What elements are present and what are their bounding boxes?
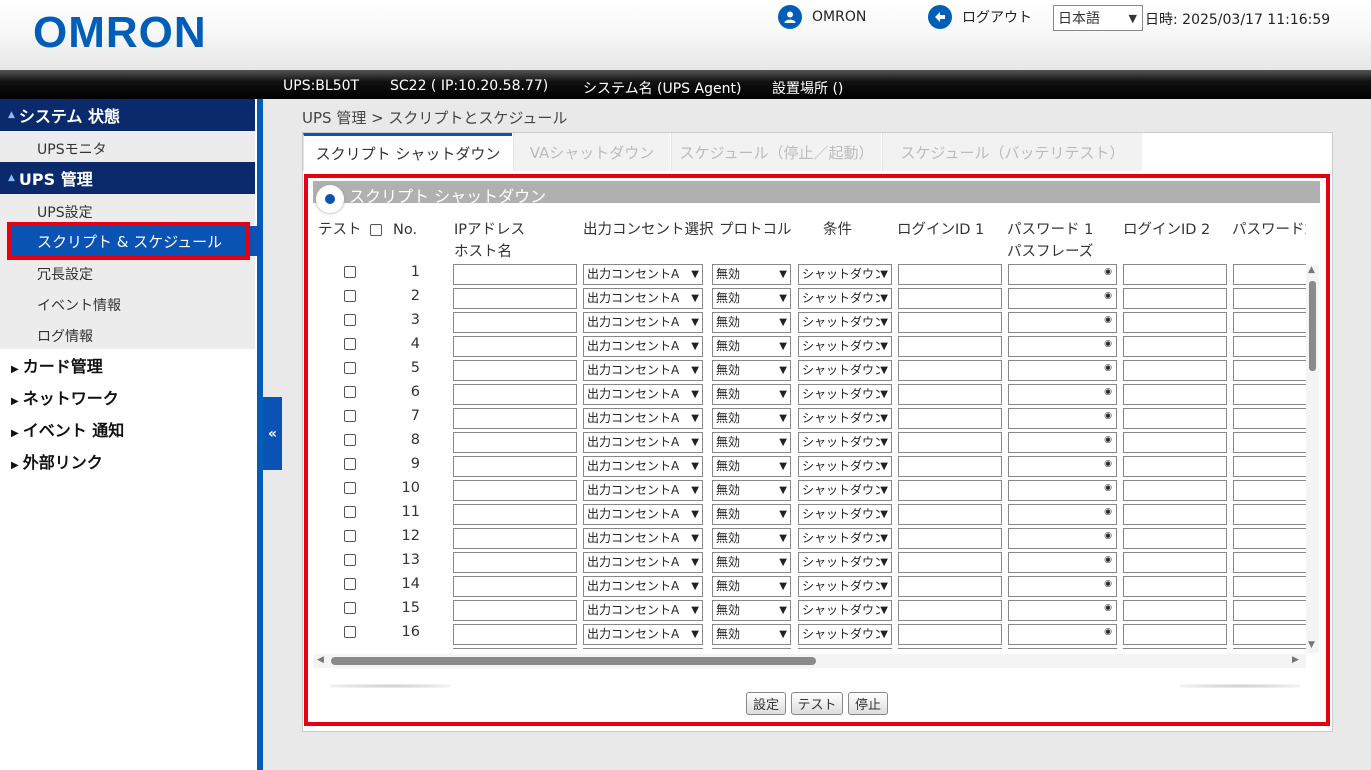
highlight-outline (7, 222, 250, 260)
triangle-right-icon: ▶ (11, 396, 19, 407)
sidebar-item-log-info[interactable]: ログ情報 (37, 326, 93, 346)
install-location: 設置場所 () (772, 81, 844, 97)
user-menu[interactable]: OMRON (778, 5, 866, 29)
breadcrumb: UPS 管理 > スクリプトとスケジュール (302, 109, 568, 127)
logout-link[interactable]: ログアウト (928, 5, 1032, 29)
language-select[interactable]: 日本語 ▼ (1053, 5, 1143, 31)
sidebar-section-ups-management[interactable]: ▲ UPS 管理 (0, 162, 255, 194)
ups-model: UPS:BL50T (283, 78, 360, 94)
double-chevron-left-icon: « (267, 425, 278, 442)
triangle-right-icon: ▶ (11, 428, 19, 439)
tab-script-shutdown[interactable]: スクリプト シャットダウン (303, 133, 512, 171)
system-name: システム名 (UPS Agent) (583, 81, 742, 97)
device-info-bar: UPS:BL50T SC22 ( IP:10.20.58.77) システム名 (… (0, 70, 1371, 99)
chevron-down-icon: ▼ (1128, 12, 1137, 25)
collapse-sidebar-button[interactable]: « (263, 397, 282, 470)
triangle-right-icon: ▶ (11, 460, 19, 471)
sidebar-section-system-status[interactable]: ▲ システム 状態 (0, 99, 255, 131)
highlight-outline (304, 174, 1330, 726)
sidebar-item-ups-monitor[interactable]: UPSモニタ (37, 139, 107, 159)
omron-logo: OMRON (33, 8, 207, 57)
sidebar-item-redundancy[interactable]: 冗長設定 (37, 264, 93, 284)
sidebar-section-label: ネットワーク (22, 389, 119, 408)
language-value: 日本語 (1058, 11, 1100, 27)
logout-label: ログアウト (962, 10, 1032, 26)
triangle-up-icon: ▲ (8, 173, 15, 183)
tab-schedule-stop-start[interactable]: スケジュール（停止／起動） (671, 133, 881, 171)
sidebar-section-network[interactable]: ▶ ネットワーク (11, 385, 119, 409)
sidebar-section-label: 外部リンク (22, 453, 103, 472)
card-ip: SC22 ( IP:10.20.58.77) (390, 78, 549, 94)
current-datetime: 日時: 2025/03/17 11:16:59 (1145, 12, 1331, 28)
sidebar-item-ups-settings[interactable]: UPS設定 (37, 202, 93, 222)
sidebar-section-label: システム 状態 (18, 107, 121, 126)
sidebar-item-event-info[interactable]: イベント情報 (37, 295, 121, 315)
triangle-up-icon: ▲ (8, 110, 15, 120)
user-name: OMRON (812, 9, 867, 25)
logout-icon (928, 5, 952, 29)
user-icon (778, 5, 802, 29)
app-header: OMRON OMRON ログアウト 日本語 ▼ 日時: 2025/03/17 1… (0, 0, 1371, 70)
sidebar-section-label: カード管理 (22, 357, 103, 376)
tab-va-shutdown[interactable]: VAシャットダウン (513, 133, 670, 171)
sidebar-section-event-notification[interactable]: ▶ イベント 通知 (11, 417, 124, 441)
triangle-right-icon: ▶ (11, 364, 19, 375)
sidebar-section-card-management[interactable]: ▶ カード管理 (11, 353, 103, 377)
sidebar-section-label: イベント 通知 (22, 421, 125, 440)
sidebar-section-external-link[interactable]: ▶ 外部リンク (11, 449, 103, 473)
sidebar-section-label: UPS 管理 (18, 170, 93, 189)
tab-schedule-battery-test[interactable]: スケジュール（バッテリテスト） (882, 133, 1142, 171)
